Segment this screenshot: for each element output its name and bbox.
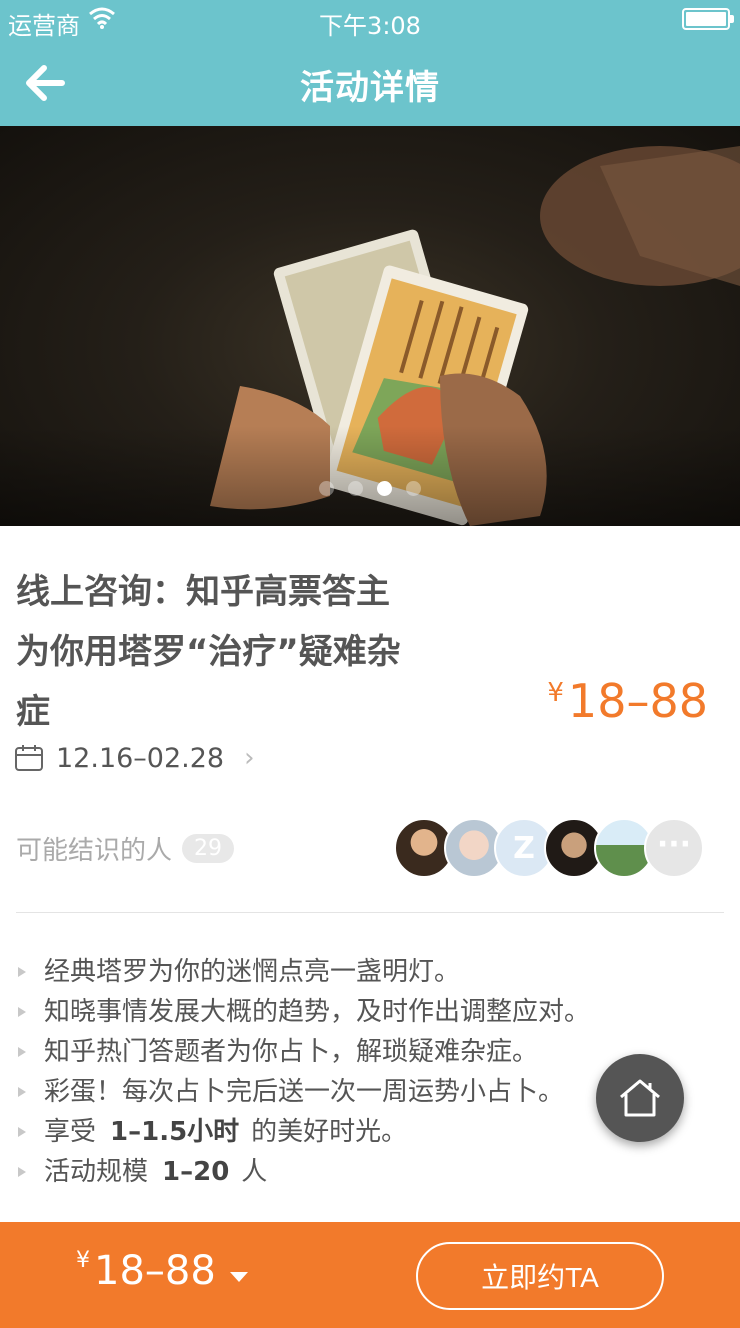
people-you-may-know[interactable]: 可能结识的人 29 — [16, 826, 235, 870]
avatar-list[interactable]: Z ··· — [394, 818, 714, 878]
carousel-dot[interactable] — [406, 481, 421, 496]
activity-title-line: 症 — [16, 692, 50, 732]
nav-bar: 活动详情 — [0, 40, 740, 126]
more-avatars-icon[interactable]: ··· — [644, 818, 704, 878]
list-item: 知晓事情发展大概的趋势，及时作出调整应对。 — [16, 992, 716, 1032]
carousel-dot[interactable] — [348, 481, 363, 496]
currency-symbol: ¥ — [76, 1248, 90, 1273]
clock: 下午3:08 — [319, 12, 421, 40]
price-value: 18–88 — [567, 674, 708, 728]
date-range: 12.16–02.28 — [56, 742, 225, 774]
book-now-button[interactable]: 立即约TA — [416, 1242, 664, 1310]
bullet-icon — [18, 1007, 26, 1017]
activity-title-line: 线上咨询：知乎高票答主 — [16, 572, 390, 612]
bullet-icon — [18, 967, 26, 977]
page-title: 活动详情 — [300, 68, 440, 108]
activity-title: 线上咨询：知乎高票答主 为你用塔罗“治疗”疑难杂 症 — [16, 562, 456, 742]
list-item: 活动规模 1–20 人 — [16, 1152, 716, 1192]
date-row[interactable]: 12.16–02.28 › — [14, 738, 255, 778]
activity-price: ¥18–88 — [547, 674, 708, 728]
banner-image — [0, 146, 740, 526]
carousel-dot-active[interactable] — [377, 481, 392, 496]
caret-down-icon — [229, 1272, 248, 1282]
divider — [16, 912, 724, 913]
price-selector[interactable]: ¥ 18–88 — [76, 1248, 248, 1294]
people-count-badge: 29 — [182, 833, 235, 863]
battery-icon — [682, 8, 734, 30]
calendar-icon — [15, 745, 43, 771]
status-bar: 运营商 下午3:08 — [0, 0, 740, 40]
price-value: 18–88 — [94, 1248, 216, 1294]
chevron-right-icon: › — [244, 743, 255, 773]
bullet-icon — [18, 1167, 26, 1177]
svg-text:Z: Z — [513, 831, 535, 866]
activity-title-line: 为你用塔罗“治疗”疑难杂 — [16, 632, 401, 672]
home-button[interactable] — [596, 1054, 684, 1142]
list-item: 经典塔罗为你的迷惘点亮一盏明灯。 — [16, 952, 716, 992]
carousel-dot[interactable] — [319, 481, 334, 496]
bottom-bar: ¥ 18–88 立即约TA — [0, 1222, 740, 1328]
carousel-dots — [0, 481, 740, 500]
bullet-icon — [18, 1047, 26, 1057]
people-label: 可能结识的人 — [16, 835, 173, 866]
currency-symbol: ¥ — [547, 678, 564, 708]
home-icon — [620, 1079, 660, 1117]
bullet-icon — [18, 1127, 26, 1137]
banner-carousel[interactable] — [0, 126, 740, 526]
bullet-icon — [18, 1087, 26, 1097]
